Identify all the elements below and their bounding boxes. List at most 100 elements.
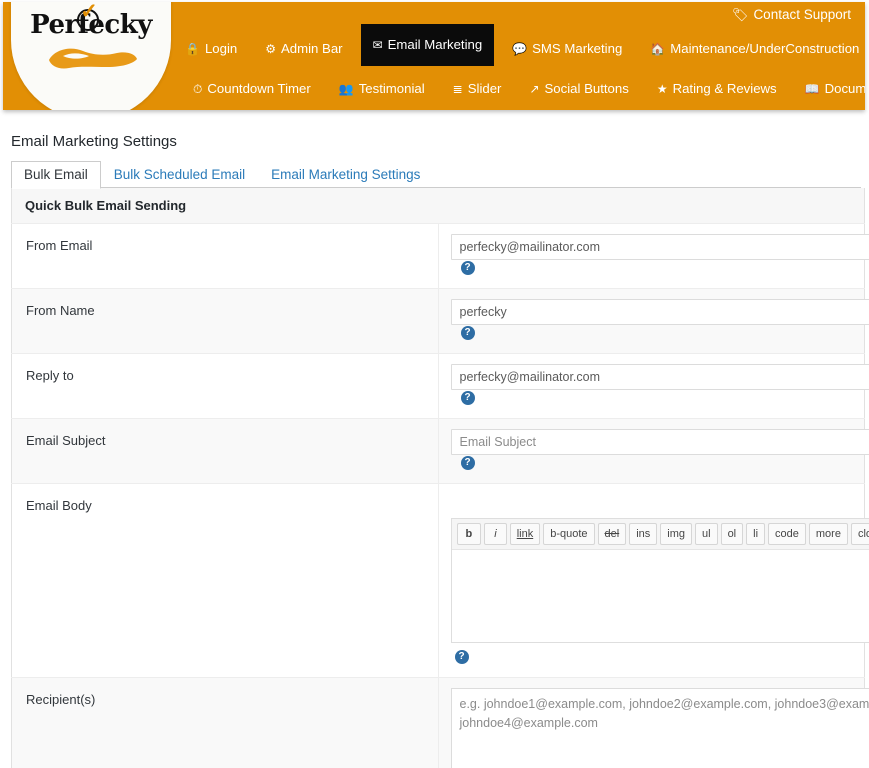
- quicktag-more-button[interactable]: more: [808, 523, 848, 545]
- book-icon: 📖: [804, 82, 820, 96]
- reply-to-input[interactable]: [450, 364, 869, 390]
- recipients-wrapper: ?: [450, 688, 869, 768]
- nav-item-sms-marketing[interactable]: 💬 SMS Marketing: [502, 35, 632, 63]
- quick-bulk-email-form: Quick Bulk Email Sending From Email ? Fr…: [11, 188, 869, 768]
- help-icon-email-body[interactable]: ?: [454, 649, 469, 664]
- from-name-input[interactable]: [450, 299, 869, 325]
- nav-item-testimonial[interactable]: 👥 Testimonial: [329, 75, 435, 103]
- nav-item-maintenance[interactable]: 🏠 Maintenance/UnderConstruction: [640, 35, 865, 63]
- quicktag-italic-button[interactable]: i: [484, 523, 507, 545]
- field-email-body-cell: VisualText b i link b-quote del ins img …: [438, 484, 869, 678]
- site-header: Perfecky ✓ 🏷 Contact Support 🔒 Login ⚙ Admi…: [3, 2, 865, 110]
- wp-editor: VisualText b i link b-quote del ins img …: [450, 494, 869, 667]
- label-from-name: From Name: [11, 288, 439, 354]
- nav-item-admin-bar-label: Admin Bar: [281, 40, 343, 56]
- nav-item-documentation-label: Documentation: [824, 81, 865, 96]
- home-icon: 🏠: [650, 41, 666, 56]
- quicktag-li-button[interactable]: li: [746, 523, 766, 545]
- nav-item-social-buttons[interactable]: ↗ Social Buttons: [519, 75, 638, 103]
- nav-item-countdown-timer[interactable]: ⏱ Countdown Timer: [183, 75, 321, 103]
- nav-item-slider-label: Slider: [467, 81, 502, 96]
- nav-item-login-label: Login: [204, 40, 238, 56]
- share-icon: ↗: [529, 82, 540, 96]
- label-reply-to: Reply to: [11, 353, 439, 419]
- nav-item-email-marketing-label: Email Marketing: [387, 37, 483, 52]
- quicktag-blockquote-button[interactable]: b-quote: [543, 523, 595, 545]
- nav-item-countdown-timer-label: Countdown Timer: [207, 81, 311, 96]
- row-reply-to: Reply to ?: [11, 353, 869, 419]
- tab-bar: Bulk Email Bulk Scheduled Email Email Ma…: [11, 160, 861, 189]
- logo-check-icon: ✓: [80, 2, 98, 23]
- nav-item-testimonial-label: Testimonial: [358, 81, 425, 96]
- help-icon-from-email[interactable]: ?: [460, 260, 475, 275]
- quicktags-toolbar: b i link b-quote del ins img ul ol li co…: [451, 519, 869, 550]
- sliders-icon: ≣: [452, 82, 463, 96]
- field-email-subject-cell: ?: [438, 418, 869, 484]
- nav-item-email-marketing[interactable]: ✉ Email Marketing: [360, 24, 495, 66]
- main-navigation: 🏷 Contact Support 🔒 Login ⚙ Admin Bar ✉ Emai…: [175, 2, 865, 110]
- form-section-title: Quick Bulk Email Sending: [11, 188, 865, 224]
- field-from-name-cell: ?: [438, 288, 869, 354]
- users-icon: 👥: [338, 82, 354, 96]
- envelope-icon: ✉: [372, 38, 383, 52]
- quicktag-code-button[interactable]: code: [768, 523, 806, 545]
- editor-mode-tabs: VisualText: [451, 494, 869, 518]
- field-recipients-cell: ?: [438, 677, 869, 768]
- help-icon-from-name[interactable]: ?: [460, 325, 475, 340]
- email-body-textarea[interactable]: [451, 550, 869, 642]
- page-content: Email Marketing Settings Bulk Email Bulk…: [0, 133, 869, 768]
- row-recipients: Recipient(s) ?: [11, 677, 869, 768]
- label-recipients: Recipient(s): [11, 677, 439, 768]
- quicktag-link-button[interactable]: link: [509, 523, 541, 545]
- nav-item-rating-reviews-label: Rating & Reviews: [672, 81, 777, 96]
- nav-item-maintenance-label: Maintenance/UnderConstruction: [670, 40, 860, 56]
- row-email-body: Email Body VisualText b i link b-quote d…: [11, 483, 869, 678]
- email-body-help-row: ?: [451, 643, 869, 667]
- editor-container: b i link b-quote del ins img ul ol li co…: [450, 518, 869, 643]
- nav-item-sms-marketing-label: SMS Marketing: [532, 40, 623, 56]
- label-email-subject: Email Subject: [11, 418, 439, 484]
- quicktag-ul-button[interactable]: ul: [695, 523, 718, 545]
- contact-support-link[interactable]: 🏷 Contact Support: [732, 7, 851, 23]
- lock-icon: 🔒: [185, 41, 200, 56]
- clock-icon: ⏱: [193, 82, 203, 96]
- star-icon: ★: [656, 82, 668, 96]
- quicktag-del-button[interactable]: del: [597, 523, 627, 545]
- helping-hand-icon: [49, 48, 137, 69]
- quicktag-img-button[interactable]: img: [660, 523, 692, 545]
- nav-item-social-buttons-label: Social Buttons: [544, 81, 629, 96]
- field-reply-to-cell: ?: [438, 354, 869, 419]
- contact-support-label: Contact Support: [753, 7, 851, 22]
- nav-row-secondary: ⏱ Countdown Timer 👥 Testimonial ≣ Slider ↗ S…: [183, 75, 865, 103]
- form-section-header: Quick Bulk Email Sending: [11, 188, 865, 224]
- quicktag-ins-button[interactable]: ins: [629, 523, 658, 545]
- recipients-textarea[interactable]: [450, 688, 869, 768]
- tag-icon: 🏷: [731, 7, 749, 22]
- nav-item-slider[interactable]: ≣ Slider: [443, 75, 512, 103]
- quicktag-bold-button[interactable]: b: [456, 523, 482, 545]
- email-subject-input[interactable]: [450, 429, 869, 455]
- nav-row-primary: 🔒 Login ⚙ Admin Bar ✉ Email Marketing 💬 SMS …: [175, 24, 865, 66]
- from-email-input[interactable]: [450, 234, 869, 260]
- logo: Perfecky ✓: [11, 2, 171, 69]
- page-title: Email Marketing Settings: [11, 133, 177, 150]
- row-from-name: From Name ?: [11, 288, 869, 354]
- quicktag-close-tags-button[interactable]: close tags: [850, 523, 869, 545]
- gear-icon: ⚙: [265, 41, 276, 56]
- comment-icon: 💬: [512, 41, 528, 56]
- help-icon-reply-to[interactable]: ?: [460, 390, 475, 405]
- nav-item-admin-bar[interactable]: ⚙ Admin Bar: [255, 35, 352, 63]
- nav-item-documentation[interactable]: 📖 Documentation: [795, 75, 865, 103]
- tab-email-marketing-settings[interactable]: Email Marketing Settings: [258, 161, 433, 188]
- field-from-email-cell: ?: [438, 224, 869, 289]
- row-from-email: From Email ?: [11, 223, 869, 289]
- label-email-body: Email Body: [11, 483, 439, 678]
- help-icon-email-subject[interactable]: ?: [460, 455, 475, 470]
- logo-badge: Perfecky ✓: [11, 2, 171, 110]
- nav-item-login[interactable]: 🔒 Login: [175, 35, 247, 63]
- nav-item-rating-reviews[interactable]: ★ Rating & Reviews: [647, 75, 787, 103]
- tab-bulk-email[interactable]: Bulk Email: [11, 161, 101, 189]
- tab-bulk-scheduled-email[interactable]: Bulk Scheduled Email: [101, 161, 258, 188]
- row-email-subject: Email Subject ?: [11, 418, 869, 484]
- quicktag-ol-button[interactable]: ol: [720, 523, 744, 545]
